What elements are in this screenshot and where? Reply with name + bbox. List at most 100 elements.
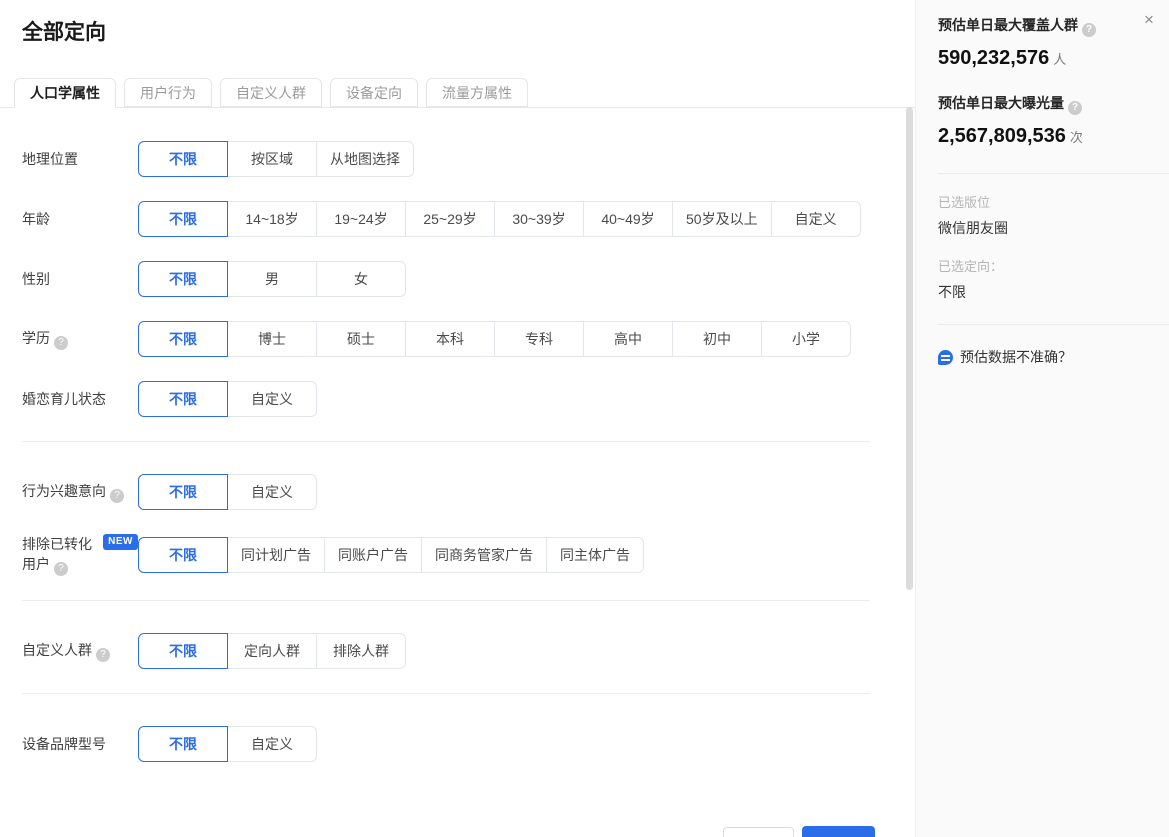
tab-5[interactable]: 流量方属性 (426, 78, 528, 107)
section-divider (22, 441, 870, 442)
option-button[interactable]: 同主体广告 (546, 537, 644, 573)
option-button[interactable]: 本科 (405, 321, 495, 357)
option-group: 不限同计划广告同账户广告同商务管家广告同主体广告 (138, 537, 644, 573)
stat-value: 590,232,576 (938, 47, 1049, 69)
cancel-button[interactable] (723, 827, 794, 837)
targeting-row: 学历不限博士硕士本科专科高中初中小学 (22, 321, 915, 357)
row-label-text: 行为兴趣意向 (22, 483, 106, 499)
stat-value-line: 2,567,809,536次 (938, 123, 1169, 151)
help-icon[interactable] (1068, 101, 1082, 115)
option-group: 不限自定义 (138, 381, 317, 417)
close-icon[interactable]: × (1139, 10, 1159, 30)
row-label: 地理位置 (22, 149, 138, 169)
tab-1[interactable]: 人口学属性 (14, 78, 116, 108)
stat-value-line: 590,232,576 人 (938, 45, 1169, 73)
feedback-link[interactable]: 预估数据不准确？ (938, 347, 1169, 367)
option-button[interactable]: 不限 (138, 141, 228, 177)
row-label-text: 性别 (22, 271, 50, 287)
option-button[interactable]: 从地图选择 (316, 141, 414, 177)
option-button[interactable]: 不限 (138, 321, 228, 357)
row-label: 学历 (22, 328, 138, 350)
option-button[interactable]: 19~24岁 (316, 201, 406, 237)
option-button[interactable]: 男 (227, 261, 317, 297)
option-group: 不限博士硕士本科专科高中初中小学 (138, 321, 851, 357)
option-button[interactable]: 30~39岁 (494, 201, 584, 237)
option-group: 不限定向人群排除人群 (138, 633, 406, 669)
option-button[interactable]: 不限 (138, 261, 228, 297)
option-button[interactable]: 不限 (138, 726, 228, 762)
option-button[interactable]: 初中 (672, 321, 762, 357)
new-badge: NEW (103, 534, 138, 550)
chat-bubble-icon (938, 350, 953, 365)
option-group: 不限男女 (138, 261, 406, 297)
help-icon[interactable] (110, 489, 124, 503)
targeting-row: 行为兴趣意向 不限自定义 (22, 474, 915, 510)
option-button[interactable]: 自定义 (227, 381, 317, 417)
selected-placement-value: 微信朋友圈 (938, 218, 1169, 238)
row-label: 自定义人群 (22, 640, 138, 662)
option-button[interactable]: 自定义 (771, 201, 861, 237)
option-button[interactable]: 不限 (138, 633, 228, 669)
estimate-stat: 预估单日最大覆盖人群590,232,576人 (938, 15, 1169, 73)
targeting-dialog: 全部定向 人口学属性用户行为自定义人群设备定向流量方属性 地理位置不限按区域从地… (0, 0, 915, 837)
stat-unit: 人 (1053, 52, 1066, 67)
row-label-text: 设备品牌型号 (22, 736, 106, 752)
row-label-text: 地理位置 (22, 151, 78, 167)
row-label: 行为兴趣意向 (22, 481, 138, 503)
option-group: 不限自定义 (138, 726, 317, 762)
targeting-row: 婚恋育儿状态 不限自定义 (22, 381, 915, 417)
option-button[interactable]: 40~49岁 (583, 201, 673, 237)
help-icon[interactable] (54, 336, 68, 350)
option-button[interactable]: 博士 (227, 321, 317, 357)
help-icon[interactable] (96, 648, 110, 662)
option-button[interactable]: 自定义 (227, 474, 317, 510)
option-button[interactable]: 硕士 (316, 321, 406, 357)
option-button[interactable]: 不限 (138, 474, 228, 510)
option-button[interactable]: 50岁及以上 (672, 201, 772, 237)
row-label: 性别 (22, 269, 138, 289)
estimate-stats: 预估单日最大覆盖人群590,232,576人预估单日最大曝光量2,567,809… (938, 15, 1169, 151)
tab-2[interactable]: 用户行为 (124, 78, 212, 107)
option-button[interactable]: 排除人群 (316, 633, 406, 669)
row-label-text: 婚恋育儿状态 (22, 391, 106, 407)
selected-targeting-value: 不限 (938, 282, 1169, 302)
sidebar-divider (938, 173, 1169, 174)
stat-value: 2,567,809,536 (938, 125, 1066, 147)
option-button[interactable]: 小学 (761, 321, 851, 357)
tab-3[interactable]: 自定义人群 (220, 78, 322, 107)
confirm-button[interactable] (802, 826, 875, 837)
option-button[interactable]: 定向人群 (227, 633, 317, 669)
option-button[interactable]: 25~29岁 (405, 201, 495, 237)
targeting-row: 年龄不限14~18岁19~24岁25~29岁30~39岁40~49岁50岁及以上… (22, 201, 915, 237)
tab-4[interactable]: 设备定向 (330, 78, 418, 107)
stat-label: 预估单日最大曝光量 (938, 93, 1169, 115)
estimate-stat: 预估单日最大曝光量 2,567,809,536次 (938, 93, 1169, 151)
section-divider (22, 600, 870, 601)
option-button[interactable]: 女 (316, 261, 406, 297)
option-button[interactable]: 同计划广告 (227, 537, 325, 573)
targeting-row: 设备品牌型号 不限自定义 (22, 726, 915, 762)
option-button[interactable]: 不限 (138, 381, 228, 417)
option-group: 不限自定义 (138, 474, 317, 510)
targeting-row: 地理位置 不限按区域从地图选择 (22, 141, 915, 177)
option-button[interactable]: 同商务管家广告 (421, 537, 547, 573)
option-button[interactable]: 不限 (138, 201, 228, 237)
option-button[interactable]: 高中 (583, 321, 673, 357)
targeting-form: 地理位置不限按区域从地图选择年龄不限14~18岁19~24岁25~29岁30~3… (0, 108, 915, 762)
help-icon[interactable] (1082, 23, 1096, 37)
estimate-sidebar: × 预估单日最大覆盖人群590,232,576人预估单日最大曝光量2,567,8… (915, 0, 1169, 837)
option-button[interactable]: 按区域 (227, 141, 317, 177)
sidebar-divider (938, 324, 1169, 325)
option-button[interactable]: 自定义 (227, 726, 317, 762)
option-button[interactable]: 14~18岁 (227, 201, 317, 237)
selected-targeting-label: 已选定向： (938, 258, 1169, 276)
option-button[interactable]: 同账户广告 (324, 537, 422, 573)
option-button[interactable]: 专科 (494, 321, 584, 357)
option-group: 不限按区域从地图选择 (138, 141, 414, 177)
scrollbar-thumb[interactable] (906, 107, 913, 590)
page-title: 全部定向 (22, 18, 915, 47)
option-button[interactable]: 不限 (138, 537, 228, 573)
help-icon[interactable] (54, 562, 68, 576)
row-label-text: 自定义人群 (22, 642, 92, 658)
row-label: 婚恋育儿状态 (22, 389, 138, 409)
